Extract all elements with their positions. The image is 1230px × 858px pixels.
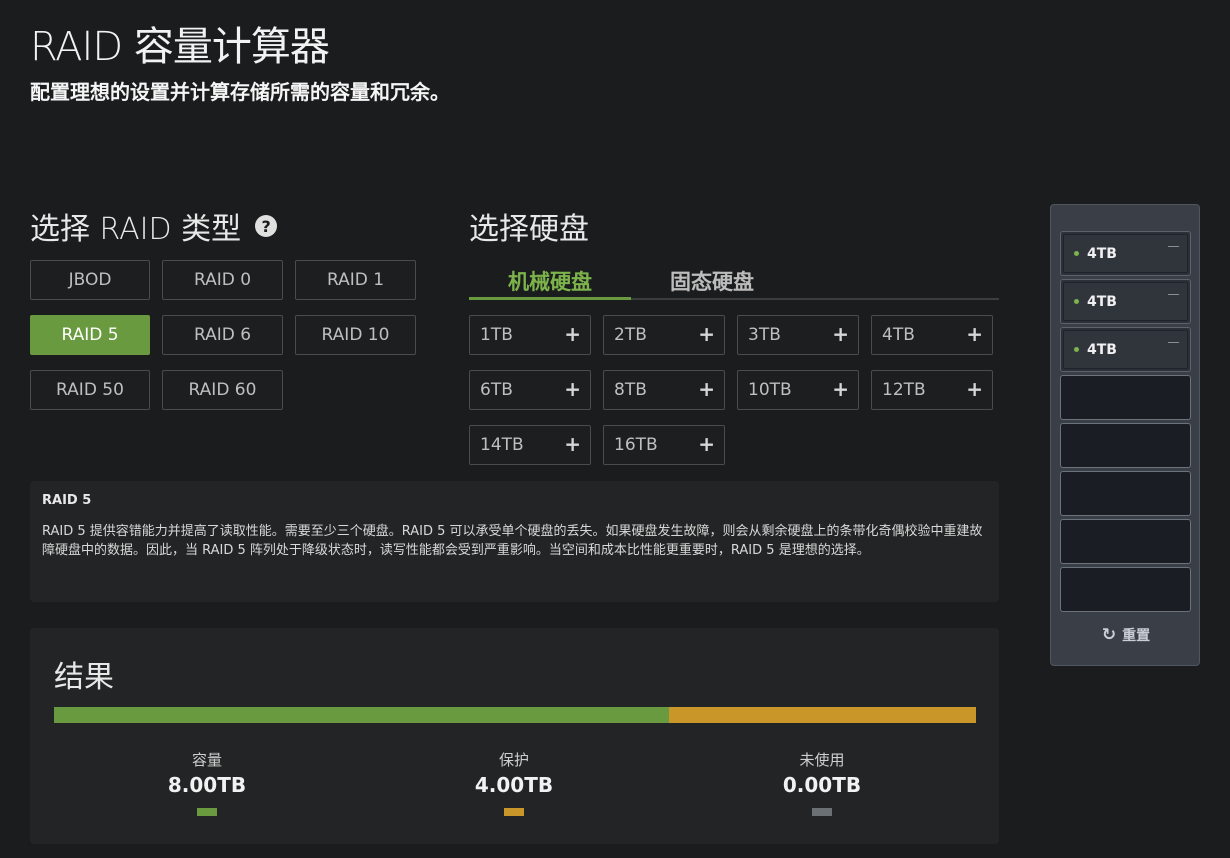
disk-size-label: 14TB xyxy=(480,435,524,455)
disk-bay-empty xyxy=(1060,567,1191,612)
disk-bay-empty xyxy=(1060,471,1191,516)
result-stat-swatch xyxy=(504,808,524,816)
plus-icon: + xyxy=(966,322,983,346)
raid-option-raid-1[interactable]: RAID 1 xyxy=(295,260,416,300)
raid-description-text: RAID 5 提供容错能力并提高了读取性能。需要至少三个硬盘。RAID 5 可以… xyxy=(42,524,983,558)
add-disk-6tb-button[interactable]: 6TB + xyxy=(469,370,591,410)
tab-ssd[interactable]: 固态硬盘 xyxy=(631,262,793,298)
disk-size-label: 6TB xyxy=(480,380,513,400)
disk-size-label: 4TB xyxy=(882,325,915,345)
status-dot-icon xyxy=(1074,251,1079,256)
add-disk-16tb-button[interactable]: 16TB + xyxy=(603,425,725,465)
plus-icon: + xyxy=(832,377,849,401)
raid-option-raid-0[interactable]: RAID 0 xyxy=(162,260,283,300)
raid-option-raid-6[interactable]: RAID 6 xyxy=(162,315,283,355)
disk-bay-panel: 4TB 4TB 4TB ↻ 重置 xyxy=(1050,204,1200,666)
disk-bay-size: 4TB xyxy=(1087,341,1117,358)
plus-icon: + xyxy=(564,432,581,456)
disk-bay-size: 4TB xyxy=(1087,293,1117,310)
add-disk-8tb-button[interactable]: 8TB + xyxy=(603,370,725,410)
capacity-bar xyxy=(54,707,976,723)
disk-heading: 选择硬盘 xyxy=(469,204,589,248)
minus-icon[interactable] xyxy=(1168,294,1179,295)
disk-size-grid: 1TB +2TB +3TB +4TB +6TB +8TB +10TB +12TB +14TB +1… xyxy=(469,315,993,465)
raid-option-jbod[interactable]: JBOD xyxy=(30,260,150,300)
refresh-icon: ↻ xyxy=(1101,625,1117,645)
plus-icon: + xyxy=(564,322,581,346)
disk-bay-slot: 4TB xyxy=(1063,282,1188,321)
page-subtitle: 配置理想的设置并计算存储所需的容量和冗余。 xyxy=(30,80,450,104)
minus-icon[interactable] xyxy=(1168,342,1179,343)
raid-type-heading-text: 选择 RAID 类型 xyxy=(30,212,242,247)
raid-option-raid-50[interactable]: RAID 50 xyxy=(30,370,150,410)
question-circle-icon[interactable]: ? xyxy=(255,215,278,237)
disk-heading-text: 选择硬盘 xyxy=(469,212,589,247)
disk-bay-empty xyxy=(1060,519,1191,564)
disk-size-label: 8TB xyxy=(614,380,647,400)
raid-description-title: RAID 5 xyxy=(42,493,92,508)
add-disk-10tb-button[interactable]: 10TB + xyxy=(737,370,859,410)
bar-segment-0 xyxy=(54,707,669,723)
plus-icon: + xyxy=(966,377,983,401)
disk-size-label: 1TB xyxy=(480,325,513,345)
disk-bay-filled: 4TB xyxy=(1060,279,1191,324)
results-title: 结果 xyxy=(54,660,114,695)
disk-type-tabs: 机械硬盘 固态硬盘 xyxy=(469,262,999,300)
plus-icon: + xyxy=(698,432,715,456)
disk-size-label: 12TB xyxy=(882,380,926,400)
result-stat-label: 容量 xyxy=(191,751,222,769)
add-disk-1tb-button[interactable]: 1TB + xyxy=(469,315,591,355)
result-stat-swatch xyxy=(812,808,832,816)
result-stat: 未使用 0.00TB xyxy=(722,749,922,816)
raid-description-card: RAID 5 RAID 5 提供容错能力并提高了读取性能。需要至少三个硬盘。RA… xyxy=(30,481,999,602)
results-card: 结果 容量 8.00TB 保护 4.00TB 未使用 0.00TB xyxy=(30,628,999,844)
result-stat-value: 8.00TB xyxy=(167,773,247,797)
plus-icon: + xyxy=(832,322,849,346)
tab-hdd[interactable]: 机械硬盘 xyxy=(469,262,631,300)
raid-type-heading: 选择 RAID 类型 ? xyxy=(30,204,278,248)
disk-bay-size: 4TB xyxy=(1087,245,1117,262)
raid-type-grid: JBOD RAID 0 RAID 1 RAID 5 RAID 6 RAID 10 RAID … xyxy=(30,260,416,410)
bar-segment-1 xyxy=(668,707,976,723)
disk-size-label: 2TB xyxy=(614,325,647,345)
result-stat-value: 4.00TB xyxy=(474,773,554,797)
plus-icon: + xyxy=(698,377,715,401)
raid-option-raid-60[interactable]: RAID 60 xyxy=(162,370,283,410)
disk-bay-empty xyxy=(1060,423,1191,468)
raid-option-raid-5[interactable]: RAID 5 xyxy=(30,315,150,355)
result-stat: 容量 8.00TB xyxy=(107,749,307,816)
disk-bay-empty xyxy=(1060,375,1191,420)
add-disk-4tb-button[interactable]: 4TB + xyxy=(871,315,993,355)
result-stat: 保护 4.00TB xyxy=(414,749,614,816)
disk-size-label: 16TB xyxy=(614,435,658,455)
plus-icon: + xyxy=(564,377,581,401)
disk-bay-slot: 4TB xyxy=(1063,234,1188,273)
result-stat-value: 0.00TB xyxy=(782,773,862,797)
add-disk-2tb-button[interactable]: 2TB + xyxy=(603,315,725,355)
disk-size-label: 3TB xyxy=(748,325,781,345)
disk-size-label: 10TB xyxy=(748,380,792,400)
add-disk-14tb-button[interactable]: 14TB + xyxy=(469,425,591,465)
disk-bay-filled: 4TB xyxy=(1060,231,1191,276)
minus-icon[interactable] xyxy=(1168,246,1179,247)
add-disk-12tb-button[interactable]: 12TB + xyxy=(871,370,993,410)
reset-button[interactable]: ↻ 重置 xyxy=(1051,625,1201,645)
reset-label: 重置 xyxy=(1122,628,1151,644)
disk-bay-slot: 4TB xyxy=(1063,330,1188,369)
status-dot-icon xyxy=(1074,299,1079,304)
result-stat-label: 保护 xyxy=(498,751,529,769)
add-disk-3tb-button[interactable]: 3TB + xyxy=(737,315,859,355)
result-stat-swatch xyxy=(197,808,217,816)
status-dot-icon xyxy=(1074,347,1079,352)
disk-bays: 4TB 4TB 4TB xyxy=(1060,231,1191,615)
disk-bay-filled: 4TB xyxy=(1060,327,1191,372)
result-stat-label: 未使用 xyxy=(799,751,845,769)
plus-icon: + xyxy=(698,322,715,346)
raid-option-raid-10[interactable]: RAID 10 xyxy=(295,315,416,355)
page-title: RAID 容量计算器 xyxy=(30,24,330,70)
